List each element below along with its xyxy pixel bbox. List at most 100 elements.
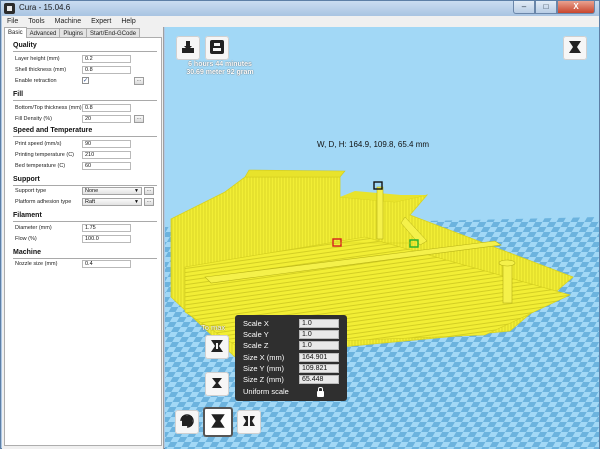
scale-panel: Scale X 1.0 Scale Y 1.0 Scale Z 1.0 Size…: [235, 315, 347, 401]
chevron-down-icon: ▼: [134, 199, 139, 205]
print-button[interactable]: [205, 36, 229, 60]
model-post-right: [502, 264, 513, 304]
size-y-label: Size Y (mm): [243, 364, 284, 373]
mirror-icon: [243, 416, 255, 426]
section-speed-temperature: Speed and Temperature: [13, 127, 93, 134]
scale-icon: [211, 414, 225, 428]
diameter-label: Diameter (mm): [15, 225, 52, 231]
uniform-scale-label: Uniform scale: [243, 387, 289, 396]
bottom-top-thickness-label: Bottom/Top thickness (mm): [15, 105, 82, 111]
scale-x-input[interactable]: 1.0: [299, 319, 339, 328]
platform-adhesion-label: Platform adhesion type: [15, 199, 72, 205]
fill-density-label: Fill Density (%): [15, 116, 52, 122]
load-icon: [182, 41, 194, 53]
retraction-settings-button[interactable]: ...: [134, 77, 144, 85]
diameter-input[interactable]: 1.75: [82, 224, 131, 232]
print-speed-input[interactable]: 90: [82, 140, 131, 148]
print-speed-label: Print speed (mm/s): [15, 141, 62, 147]
fill-density-input[interactable]: 20: [82, 115, 131, 123]
scale-y-input[interactable]: 1.0: [299, 330, 339, 339]
model-post-cap: [498, 259, 516, 267]
model-post-center: [376, 186, 384, 240]
support-type-select[interactable]: None ▼: [82, 187, 142, 195]
size-x-input[interactable]: 164.901: [299, 353, 339, 362]
size-z-input[interactable]: 65.448: [299, 375, 339, 384]
view-mode-button[interactable]: [563, 36, 587, 60]
fill-settings-button[interactable]: ...: [134, 115, 144, 123]
menu-expert[interactable]: Expert: [86, 16, 116, 27]
shell-thickness-input[interactable]: 0.8: [82, 66, 131, 74]
tab-basic[interactable]: Basic: [4, 27, 27, 38]
flow-input[interactable]: 100.0: [82, 235, 131, 243]
title-bar: Cura - 15.04.6 – □ X: [1, 1, 599, 16]
section-divider: [13, 100, 157, 101]
support-type-label: Support type: [15, 188, 47, 194]
enable-retraction-checkbox[interactable]: ✓: [82, 77, 89, 84]
size-y-input[interactable]: 109.821: [299, 364, 339, 373]
close-button[interactable]: X: [557, 1, 595, 14]
load-model-button[interactable]: [176, 36, 200, 60]
scale-z-input[interactable]: 1.0: [299, 341, 339, 350]
mirror-tool-button[interactable]: [237, 410, 261, 434]
bed-temperature-label: Bed temperature (C): [15, 163, 66, 169]
scale-max-icon: [211, 340, 223, 352]
print-material: 30.69 meter 92 gram: [186, 69, 254, 76]
section-filament: Filament: [13, 212, 42, 219]
print-time: 6 hours 44 minutes: [188, 61, 252, 68]
to-max-label: To max: [201, 323, 226, 332]
section-fill: Fill: [13, 91, 24, 98]
bed-temperature-input[interactable]: 60: [82, 162, 131, 170]
cura-window: Cura - 15.04.6 – □ X File Tools Machine …: [0, 0, 600, 449]
cura-app-icon: [4, 3, 15, 14]
printing-temperature-input[interactable]: 210: [82, 151, 131, 159]
scale-z-label: Scale Z: [243, 341, 269, 350]
chevron-down-icon: ▼: [134, 188, 139, 194]
adhesion-settings-button[interactable]: ...: [144, 198, 154, 206]
settings-panel: Basic Advanced Plugins Start/End-GCode Q…: [2, 27, 164, 449]
section-divider: [13, 51, 157, 52]
platform-adhesion-value: Raft: [85, 199, 96, 205]
shell-thickness-label: Shell thickness (mm): [15, 67, 67, 73]
support-settings-button[interactable]: ...: [144, 187, 154, 195]
nozzle-size-label: Nozzle size (mm): [15, 261, 58, 267]
maximize-button[interactable]: □: [535, 1, 557, 14]
scale-y-label: Scale Y: [243, 330, 269, 339]
nozzle-size-input[interactable]: 0.4: [82, 260, 131, 268]
reset-scale-button[interactable]: [205, 372, 229, 396]
menu-help[interactable]: Help: [116, 16, 140, 27]
basic-tab-page: Quality Layer height (mm) 0.2 Shell thic…: [4, 37, 162, 446]
layer-height-input[interactable]: 0.2: [82, 55, 131, 63]
section-divider: [13, 185, 157, 186]
lock-icon[interactable]: [317, 387, 324, 397]
section-divider: [13, 221, 157, 222]
layer-height-label: Layer height (mm): [15, 56, 60, 62]
3d-viewport[interactable]: 6 hours 44 minutes 30.69 meter 92 gram W…: [165, 27, 599, 449]
section-quality: Quality: [13, 42, 37, 49]
rotate-icon: [180, 414, 194, 428]
menu-machine[interactable]: Machine: [50, 16, 86, 27]
enable-retraction-label: Enable retraction: [15, 78, 57, 84]
reset-scale-icon: [212, 378, 222, 388]
minimize-button[interactable]: –: [513, 1, 535, 14]
section-support: Support: [13, 176, 40, 183]
menu-bar: File Tools Machine Expert Help: [2, 16, 599, 27]
window-controls: – □ X: [513, 1, 595, 14]
print-stats: 6 hours 44 minutes 30.69 meter 92 gram: [165, 61, 275, 77]
section-divider: [13, 258, 157, 259]
scale-tool-button[interactable]: [203, 407, 233, 437]
tab-start-end-gcode[interactable]: Start/End-GCode: [86, 28, 141, 37]
scale-to-max-button[interactable]: [205, 335, 229, 359]
platform-adhesion-select[interactable]: Raft ▼: [82, 198, 142, 206]
printing-temperature-label: Printing temperature (C): [15, 152, 74, 158]
support-type-value: None: [85, 188, 99, 194]
section-divider: [13, 136, 157, 137]
size-z-label: Size Z (mm): [243, 375, 284, 384]
size-x-label: Size X (mm): [243, 353, 285, 362]
bottom-top-thickness-input[interactable]: 0.8: [82, 104, 131, 112]
tab-plugins[interactable]: Plugins: [59, 28, 88, 37]
menu-tools[interactable]: Tools: [23, 16, 49, 27]
rotate-tool-button[interactable]: [175, 410, 199, 434]
menu-file[interactable]: File: [2, 16, 23, 27]
tab-advanced[interactable]: Advanced: [25, 28, 61, 37]
scale-x-label: Scale X: [243, 319, 269, 328]
